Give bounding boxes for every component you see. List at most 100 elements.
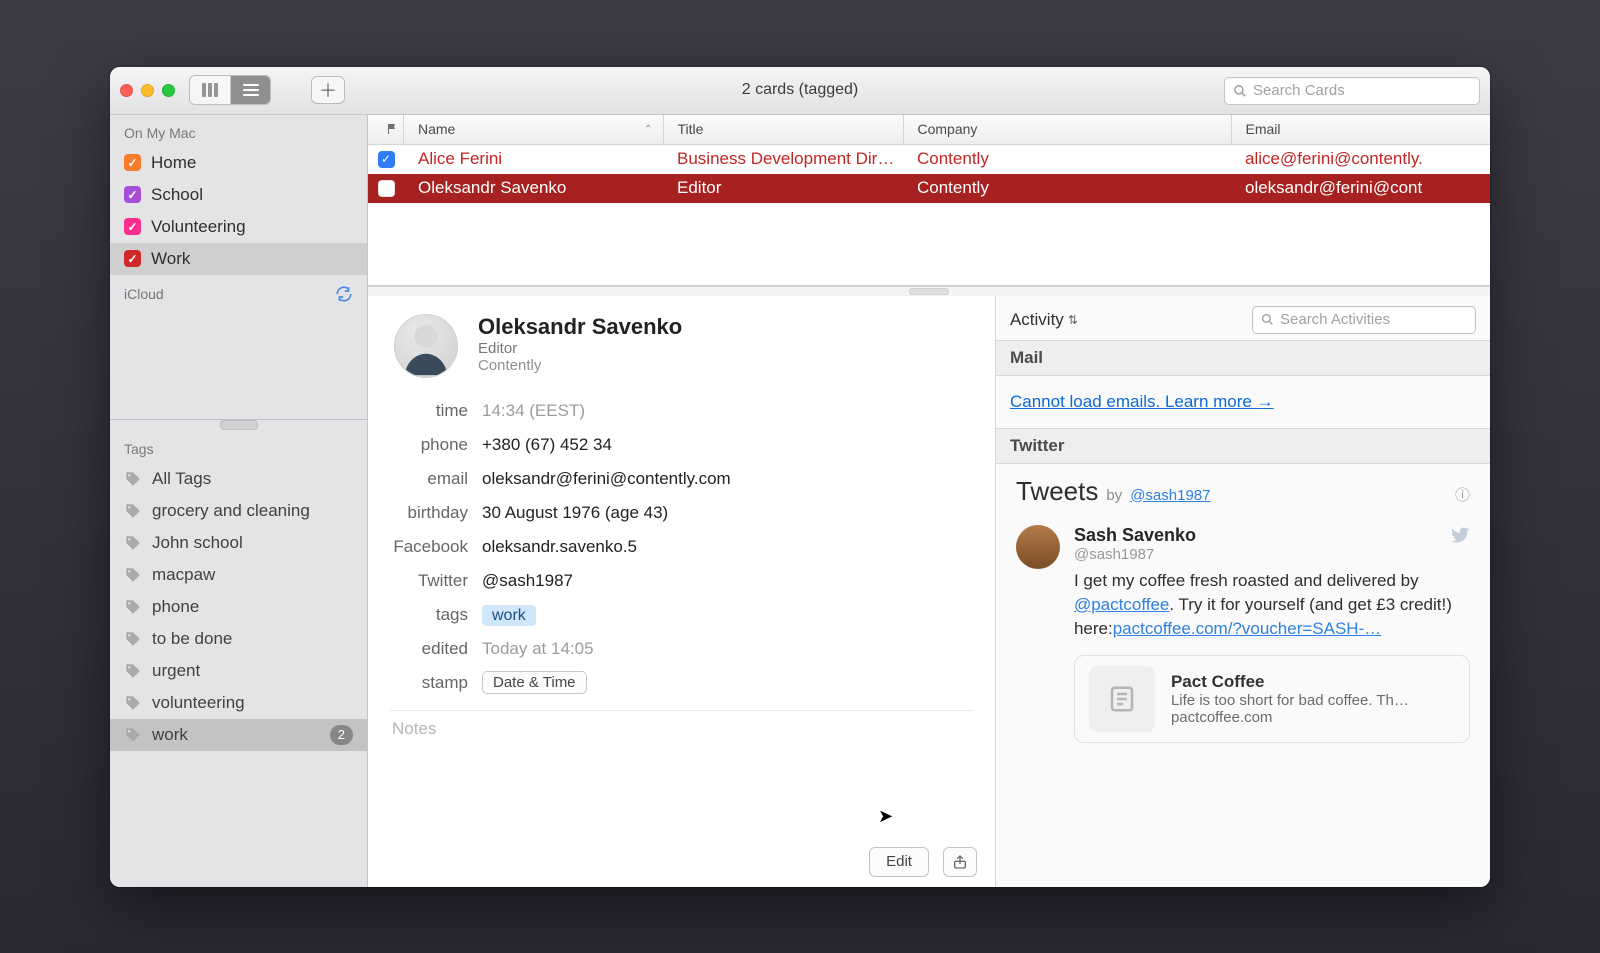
tag-item-to-be-done[interactable]: to be done [110, 623, 367, 655]
refresh-icon[interactable] [335, 285, 353, 303]
card-row[interactable]: ✓ Alice Ferini Business Development Dire… [368, 145, 1490, 174]
view-columns-button[interactable] [190, 76, 230, 104]
sidebar-list-school[interactable]: ✓School [110, 179, 367, 211]
tag-item-urgent[interactable]: urgent [110, 655, 367, 687]
notes-placeholder[interactable]: Notes [390, 719, 973, 739]
view-mode-segmented [189, 75, 271, 105]
card-role: Editor [478, 340, 682, 357]
sidebar-list-volunteering[interactable]: ✓ Volunteering [110, 211, 367, 243]
tag-item-volunteering[interactable]: volunteering [110, 687, 367, 719]
field-value-email[interactable]: oleksandr@ferini@contently.com [482, 469, 731, 489]
column-name[interactable]: Name⌃ [404, 115, 664, 144]
row-checkbox[interactable]: ✓ [378, 151, 395, 168]
share-icon [952, 854, 968, 870]
sort-indicator-icon: ⌃ [644, 124, 652, 135]
column-company[interactable]: Company [904, 115, 1232, 144]
tweet-url-link[interactable]: pactcoffee.com/?voucher=SASH-… [1113, 619, 1382, 638]
field-value-twitter[interactable]: @sash1987 [482, 571, 573, 591]
row-email: alice@ferini@contently. [1231, 149, 1490, 169]
mail-error-link[interactable]: Cannot load emails. Learn more → [1010, 392, 1274, 411]
info-icon[interactable]: ⓘ [1455, 484, 1470, 505]
sidebar-item-label: Work [151, 249, 190, 269]
search-cards-input[interactable] [1253, 82, 1471, 99]
search-activities-input[interactable] [1280, 311, 1467, 328]
search-cards-field[interactable] [1224, 77, 1480, 105]
card-name: Oleksandr Savenko [478, 314, 682, 340]
tag-icon [124, 694, 142, 712]
tag-item-All-Tags[interactable]: All Tags [110, 463, 367, 495]
field-label-facebook: Facebook [390, 537, 468, 557]
activity-dropdown[interactable]: Activity⇅ [1010, 310, 1078, 330]
mouse-cursor-icon: ➤ [878, 806, 893, 827]
tag-label: to be done [152, 629, 232, 649]
list-header: Name⌃ Title Company Email [368, 115, 1490, 145]
card-company: Contently [478, 357, 682, 374]
new-card-button[interactable]: ＋ [311, 76, 345, 104]
link-card-title: Pact Coffee [1171, 672, 1409, 692]
tag-count-badge: 2 [330, 725, 353, 745]
sidebar-list-work[interactable]: ✓ Work [110, 243, 367, 275]
checkbox-icon: ✓ [124, 154, 141, 171]
content-pane: Name⌃ Title Company Email ✓ Alice Ferini… [368, 115, 1490, 887]
view-list-button[interactable] [230, 76, 270, 104]
flag-icon [387, 123, 399, 135]
fullscreen-window-button[interactable] [162, 84, 175, 97]
tag-icon [124, 502, 142, 520]
field-label-phone: phone [390, 435, 468, 455]
app-window: ＋ 2 cards (tagged) On My Mac ✓Home ✓Scho… [110, 67, 1490, 887]
tag-chip[interactable]: work [482, 605, 536, 626]
tag-label: grocery and cleaning [152, 501, 310, 521]
field-label-time: time [390, 401, 468, 421]
tag-item-grocery-and-cleaning[interactable]: grocery and cleaning [110, 495, 367, 527]
sidebar-item-label: Volunteering [151, 217, 246, 237]
tag-icon [124, 470, 142, 488]
tweet-text: I get my coffee fresh roasted and delive… [1074, 569, 1470, 641]
edit-button[interactable]: Edit [869, 847, 929, 877]
tag-item-John-school[interactable]: John school [110, 527, 367, 559]
row-checkbox[interactable] [378, 180, 395, 197]
activity-section-twitter: Twitter [996, 428, 1490, 464]
tag-item-phone[interactable]: phone [110, 591, 367, 623]
share-button[interactable] [943, 847, 977, 877]
column-title[interactable]: Title [664, 115, 904, 144]
tag-item-macpaw[interactable]: macpaw [110, 559, 367, 591]
tweet-link-card[interactable]: Pact Coffee Life is too short for bad co… [1074, 655, 1470, 743]
tag-label: urgent [152, 661, 200, 681]
field-label-email: email [390, 469, 468, 489]
search-activities-field[interactable] [1252, 306, 1476, 334]
minimize-window-button[interactable] [141, 84, 154, 97]
tag-icon [124, 534, 142, 552]
horizontal-split-handle[interactable] [368, 286, 1490, 296]
field-label-tags: tags [390, 605, 468, 625]
sidebar-section-onmymac: On My Mac [110, 115, 367, 147]
tag-item-work[interactable]: work2 [110, 719, 367, 751]
field-value-phone[interactable]: +380 (67) 452 34 [482, 435, 612, 455]
checkbox-icon: ✓ [124, 186, 141, 203]
field-label-stamp: stamp [390, 673, 468, 693]
column-flag[interactable] [368, 115, 404, 144]
card-row[interactable]: Oleksandr Savenko Editor Contently oleks… [368, 174, 1490, 203]
tag-icon [124, 598, 142, 616]
checkbox-icon: ✓ [124, 218, 141, 235]
field-value-facebook[interactable]: oleksandr.savenko.5 [482, 537, 637, 557]
tag-icon [124, 662, 142, 680]
tweet-mention-link[interactable]: @pactcoffee [1074, 595, 1169, 614]
traffic-lights [120, 84, 175, 97]
row-title: Business Development Dire… [663, 149, 903, 169]
checkbox-icon: ✓ [124, 250, 141, 267]
stamp-button[interactable]: Date & Time [482, 671, 587, 694]
tag-label: John school [152, 533, 243, 553]
close-window-button[interactable] [120, 84, 133, 97]
tweets-handle-link[interactable]: @sash1987 [1130, 487, 1210, 504]
list-icon [243, 84, 259, 96]
tweets-by-label: by [1106, 487, 1122, 504]
sidebar-list-home[interactable]: ✓Home [110, 147, 367, 179]
column-email[interactable]: Email [1232, 115, 1491, 144]
tweet[interactable]: Sash Savenko @sash1987 I get my coffee f… [1016, 525, 1470, 743]
tag-label: macpaw [152, 565, 215, 585]
card-list-pane: Name⌃ Title Company Email ✓ Alice Ferini… [368, 115, 1490, 286]
row-company: Contently [903, 149, 1231, 169]
tweet-handle: @sash1987 [1074, 546, 1470, 563]
activity-pane: Activity⇅ Mail Cannot load emails. Learn… [996, 296, 1490, 887]
sidebar-split-handle[interactable] [110, 419, 367, 431]
